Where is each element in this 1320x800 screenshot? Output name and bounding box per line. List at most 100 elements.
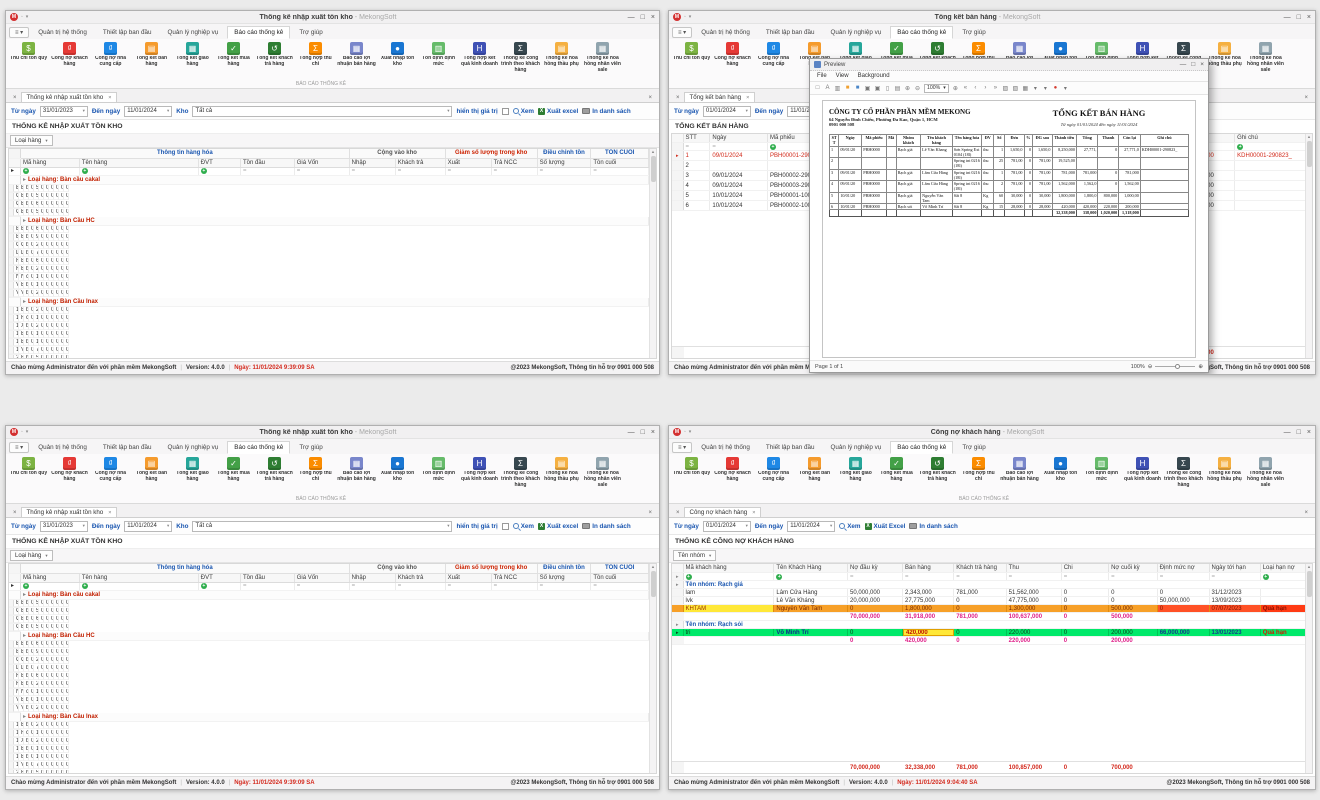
menu-item-0[interactable]: File [817,73,827,79]
quick-access-icon[interactable]: ◦ [684,429,686,435]
ribbon-button-1[interactable]: ₫Công nợ khách hàng [49,41,90,74]
last-page-icon[interactable]: » [992,85,999,91]
table-row[interactable]: BCDLBàn Cầu Dolabộ0.650,0000.0.0.0.0.0. [9,641,21,649]
filter-cell[interactable]: = [349,583,395,591]
ribbon-tab-2[interactable]: Quản lý nghiệp vụ [161,26,226,39]
date-to-input[interactable]: 11/01/2024▾ [787,521,835,532]
menu-item-2[interactable]: Background [858,73,890,79]
group-row[interactable]: ▸Tên nhóm: Rạch sỏi [672,621,1312,629]
column-header[interactable]: Giá Vốn [294,159,349,168]
table-row[interactable]: 108Bàn cầu inax 108VA-L280V Tbộ0.1,805,0… [9,746,21,754]
group-row[interactable]: ▸Loại hàng: Bàn Cầu Inax [9,298,649,307]
table-row[interactable]: BCDLBàn Cầu Dolabộ0.650,0000.0.0.0.0.0. [9,226,21,234]
subtotal-row[interactable]: 70,000,00031,918,000781,000100,637,00005… [672,613,1312,621]
close-button[interactable]: × [651,14,655,21]
date-from-input[interactable]: 31/01/2023▾ [40,106,88,117]
document-tab-close-icon[interactable]: × [108,95,111,101]
ribbon-button-3[interactable]: ▤Tổng kết bán hàng [131,456,172,489]
maximize-button[interactable]: □ [1191,61,1195,68]
inventory-grid[interactable]: Thông tin hàng hóaCộng vào khoGiảm số lư… [8,563,657,774]
column-header[interactable]: Số lượng [537,159,591,168]
app-menu-button[interactable]: ≡ ▾ [672,27,692,38]
quick-access-dropdown-icon[interactable]: ▾ [26,429,29,435]
column-header[interactable]: Trả NCC [491,159,537,168]
ribbon-button-14[interactable]: ▦Thống kê hoa hồng nhân viên sale [1245,41,1286,74]
table-row[interactable]: ▸triVõ Minh Trí0420,0000220,0000200,0006… [672,629,1312,637]
ribbon-tab-1[interactable]: Thiết lập ban đầu [759,26,822,39]
tabstrip-close-left-icon[interactable]: × [672,510,684,517]
ribbon-tab-4[interactable]: Trợ giúp [955,26,993,39]
page-setup-icon[interactable]: ▯ [884,85,891,92]
scroll-thumb[interactable] [651,156,656,182]
show-value-checkbox[interactable] [502,523,509,530]
table-row[interactable]: 102Hàng xịt 102Acái0.190,0000.0.0.0.0.0. [9,315,21,323]
ribbon-button-5[interactable]: ✓Tổng kết mua hàng [876,456,917,489]
tabstrip-close-right-icon[interactable]: × [1300,510,1312,517]
warehouse-select[interactable]: Tất cả▾ [192,521,452,532]
quick-access-dropdown-icon[interactable]: ▾ [26,14,29,20]
ribbon-button-13[interactable]: ▤Thống kê hoa hồng thầu phụ [541,456,582,489]
quick-access-icon[interactable]: ◦ [21,429,23,435]
column-header[interactable]: Tồn đầu [240,574,294,583]
ribbon-tab-0[interactable]: Quản trị hệ thống [694,26,757,39]
column-header[interactable]: Tồn cuối [591,574,649,583]
table-row[interactable]: 117BC Inax 117VA +L282VTbộ0.1,668,0000.0… [9,754,21,762]
table-row[interactable]: 117BC Inax 117VA +L282VTbộ0.1,668,0000.0… [9,339,21,347]
filter-cell[interactable]: = [537,583,591,591]
ribbon-tab-3[interactable]: Báo cáo thống kê [227,26,290,39]
ribbon-tab-0[interactable]: Quản trị hệ thống [694,441,757,454]
ribbon-button-6[interactable]: ↺Tổng kết khách trả hàng [254,456,295,489]
print-icon[interactable]: ▣ [864,85,871,92]
column-header[interactable]: Giá Vốn [294,574,349,583]
group-row[interactable]: ▸Loại hàng: Bàn cầu cakal [9,176,649,185]
table-row[interactable]: 126Vòi LAP Lạnh126bộ0.750,0000.0.0.0.0.0… [9,347,21,355]
ribbon-tab-1[interactable]: Thiết lập ban đầu [96,441,159,454]
ribbon-button-2[interactable]: ₫Công nợ nhà cung cấp [90,456,131,489]
ribbon-tab-0[interactable]: Quản trị hệ thống [31,26,94,39]
scroll-thumb[interactable] [651,571,656,597]
filter-row[interactable]: ▸++========+ [672,573,1312,581]
table-row[interactable]: DL2NDoLa 2 nhấnbộ0.750,0000.0.0.0.0.0. [9,250,21,258]
ribbon-button-13[interactable]: ▤Thống kê hoa hồng thầu phụ [1204,41,1245,74]
table-row[interactable]: HCLKBC HC Liền Khối (In Hoa)bộ0.2,280,00… [9,266,21,274]
next-page-icon[interactable]: › [982,85,989,91]
column-header[interactable]: Khách trả [395,574,445,583]
header-footer-icon[interactable]: ▤ [894,85,901,92]
view-button[interactable]: Xem [513,108,534,115]
date-to-input[interactable]: 11/01/2024▾ [124,106,172,117]
app-menu-button[interactable]: ≡ ▾ [9,442,29,453]
vertical-scrollbar[interactable]: ▲ [1305,134,1312,358]
table-row[interactable]: CK2NBàn Cầu Caesavbộ0.570,0000.0.0.0.0.0… [9,193,21,201]
table-row[interactable]: V2NBàn Cầu VI 2 nhấnbộ0.1,350,0000.0.0.0… [9,697,21,705]
table-row[interactable]: CKTBàn Cầu CK trắngbộ0.580,0000.0.0.0.0.… [9,624,21,632]
table-row[interactable]: 1020Xả Chữ P1020bộ0.295,0000.0.0.0.0.0. [9,738,21,746]
zoom-in-icon[interactable]: ⊕ [952,85,959,92]
column-header[interactable]: Nhập [349,159,395,168]
column-header[interactable]: Tên hàng [79,574,198,583]
export-excel-button[interactable]: XXuất excel [538,108,578,115]
first-page-icon[interactable]: « [962,85,969,91]
filter-cell[interactable]: = [240,168,294,176]
maximize-button[interactable]: □ [641,14,645,21]
table-row[interactable]: CCCầu Cụtbộ0.225,0000.0.0.0.0.0. [9,657,21,665]
search-icon[interactable]: A [824,85,831,91]
ribbon-button-1[interactable]: ₫Công nợ khách hàng [49,456,90,489]
filter-cell[interactable]: = [395,168,445,176]
column-header[interactable]: Tồn đầu [240,159,294,168]
ribbon-button-14[interactable]: ▦Thống kê hoa hồng nhân viên sale [582,41,623,74]
ribbon-button-0[interactable]: $Thu chi tồn quỹ [671,456,712,489]
ribbon-button-3[interactable]: ▤Tổng kết bán hàng [131,41,172,74]
minimize-button[interactable]: — [1284,429,1291,436]
ribbon-button-2[interactable]: ₫Công nợ nhà cung cấp [753,41,794,74]
filter-cell[interactable]: + [21,583,80,591]
table-row[interactable]: 2395BC L2395V Tbộ0.592,0000.0.0.0.0.0. [9,770,21,774]
minimize-button[interactable]: — [1284,14,1291,21]
ribbon-button-6[interactable]: ↺Tổng kết khách trả hàng [917,456,958,489]
ribbon-button-0[interactable]: $Thu chi tồn quỹ [8,456,49,489]
ribbon-button-4[interactable]: ▦Tổng kết giao hàng [172,41,213,74]
maximize-button[interactable]: □ [641,429,645,436]
group-by-chip[interactable]: Tên nhóm▾ [673,550,716,561]
ribbon-button-1[interactable]: ₫Công nợ khách hàng [712,41,753,74]
table-row[interactable]: BCCKBàn Cầu Caesv 1 Nhấnbộ0.520,0000.0.0… [9,185,21,193]
table-row[interactable]: lamLâm Cửa Hàng50,000,0002,343,000781,00… [672,589,1312,597]
